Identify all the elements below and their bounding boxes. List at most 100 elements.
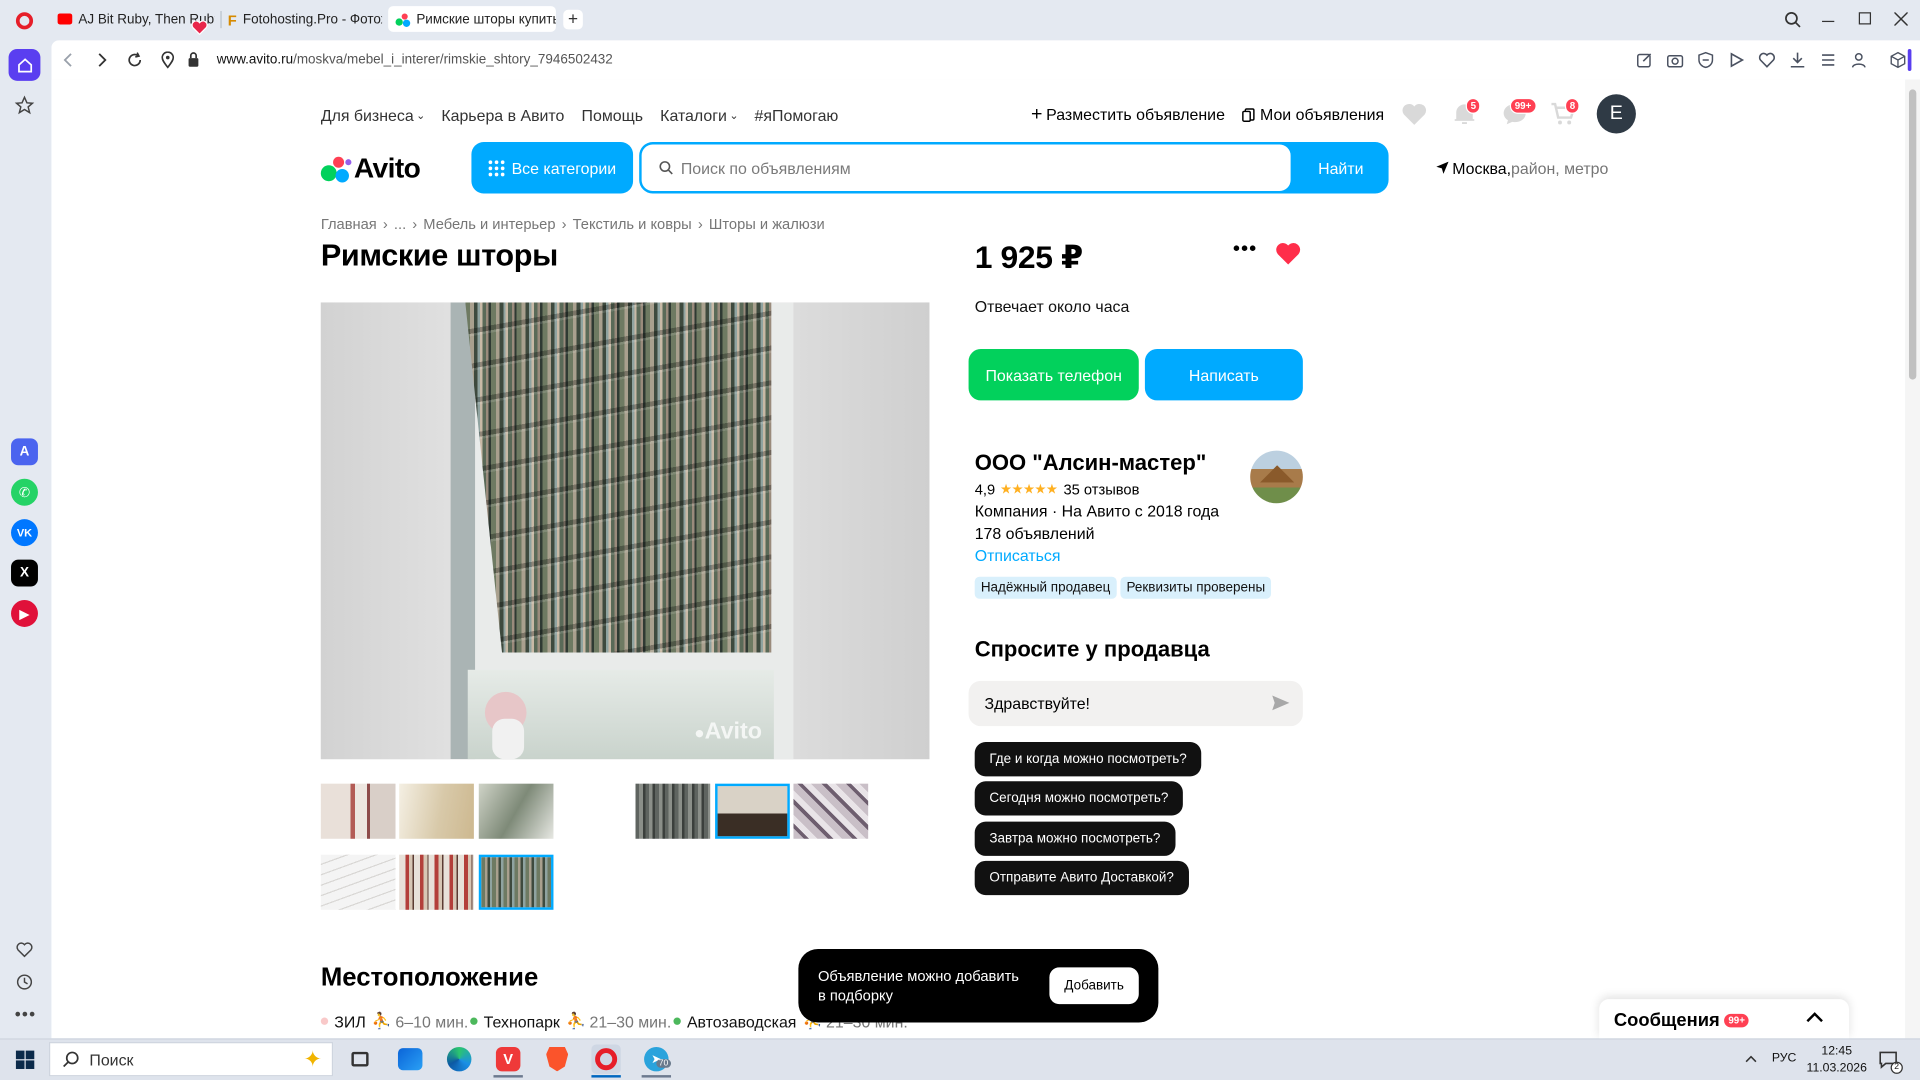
chevron-up-icon[interactable]	[1806, 1011, 1823, 1023]
location-hint: район, метро	[1511, 158, 1609, 177]
music-player-icon[interactable]: ▶	[11, 600, 38, 627]
thumbnail[interactable]	[793, 783, 869, 839]
favorites-heart-icon[interactable]	[16, 942, 33, 958]
quick-question-chip[interactable]: Где и когда можно посмотреть?	[974, 742, 1202, 777]
task-view-icon[interactable]	[345, 1044, 374, 1073]
camera-icon[interactable]	[1667, 51, 1684, 68]
favorite-heart-icon[interactable]	[1275, 241, 1302, 265]
back-icon[interactable]	[62, 53, 74, 68]
location-selector[interactable]: Москва, район, метро	[1436, 158, 1608, 178]
quick-question-chip[interactable]: Отправите Авито Доставкой?	[974, 860, 1189, 896]
breadcrumb-home[interactable]: Главная	[321, 216, 377, 233]
heart-icon[interactable]	[1758, 51, 1776, 68]
edit-icon[interactable]	[1636, 51, 1653, 68]
more-icon[interactable]: •••	[15, 1004, 37, 1024]
clock[interactable]: 12:45 11.03.2026	[1802, 1043, 1871, 1077]
tab-avito[interactable]: Римские шторы купить в	[388, 6, 556, 32]
thumbnail-selected[interactable]	[478, 854, 554, 910]
avatar[interactable]: E	[1596, 94, 1636, 134]
seller-rating[interactable]: 4,9 ★★★★★ 35 отзывов	[975, 480, 1140, 498]
edge-icon[interactable]	[444, 1044, 473, 1073]
breadcrumb-curtains[interactable]: Шторы и жалюзи	[709, 216, 825, 233]
thumbnail[interactable]	[557, 784, 632, 839]
url-host: www.avito.ru	[216, 52, 294, 68]
adblock-icon[interactable]	[1697, 51, 1714, 69]
quick-question-chip[interactable]: Сегодня можно посмотреть?	[974, 781, 1184, 816]
nav-business[interactable]: Для бизнеса	[321, 106, 414, 124]
nav-catalogs[interactable]: Каталоги	[660, 106, 727, 124]
lock-icon[interactable]	[187, 51, 199, 67]
thumbnail[interactable]	[399, 854, 474, 910]
post-ad-link[interactable]: + Разместить объявление	[1031, 103, 1225, 125]
breadcrumb-furniture[interactable]: Мебель и интерьер	[423, 216, 555, 233]
scrollbar-thumb[interactable]	[1908, 89, 1917, 380]
aria-icon[interactable]: A	[11, 438, 38, 466]
taskbar-search[interactable]: Поиск ✦	[48, 1042, 334, 1077]
vk-icon[interactable]: VK	[11, 519, 38, 547]
unsubscribe-link[interactable]: Отписаться	[975, 546, 1061, 564]
close-icon[interactable]	[1894, 12, 1908, 26]
favorites-icon[interactable]	[1401, 102, 1428, 126]
opera-taskbar-icon[interactable]	[591, 1044, 621, 1074]
tray-chevron-up-icon[interactable]	[1745, 1054, 1757, 1063]
quick-question-chip[interactable]: Завтра можно посмотреть?	[974, 821, 1176, 856]
seller-tag-reliable[interactable]: Надёжный продавец	[974, 576, 1117, 599]
toast-add-button[interactable]: Добавить	[1049, 967, 1139, 1005]
download-icon[interactable]	[1789, 51, 1806, 68]
nav-help-hashtag[interactable]: #яПомогаю	[755, 106, 839, 124]
bookmarks-star-icon[interactable]	[14, 95, 35, 116]
avito-logo[interactable]: Avito	[320, 151, 421, 184]
menu-lines-icon[interactable]	[1820, 51, 1837, 68]
thumbnail[interactable]	[715, 783, 790, 839]
nav-help[interactable]: Помощь	[582, 106, 643, 124]
seller-tag-verified[interactable]: Реквизиты проверены	[1120, 576, 1272, 599]
location-pin-icon[interactable]	[160, 51, 175, 69]
whatsapp-icon[interactable]: ✆	[11, 478, 38, 506]
profile-icon[interactable]	[1850, 51, 1867, 68]
write-message-button[interactable]: Написать	[1144, 348, 1303, 401]
extensions-cube-icon[interactable]	[1889, 51, 1906, 69]
breadcrumb-ellipsis[interactable]: ...	[394, 216, 406, 233]
home-button[interactable]	[8, 48, 41, 81]
tab-fotohosting[interactable]: F Fotohosting.Pro - Фотохо	[228, 6, 382, 32]
windows-start-icon[interactable]	[10, 1044, 39, 1073]
thumbnail[interactable]	[478, 783, 554, 839]
outlook-icon[interactable]	[396, 1044, 425, 1073]
show-phone-button[interactable]: Показать телефон	[968, 348, 1139, 401]
player-icon[interactable]	[1728, 51, 1745, 68]
thumbnail[interactable]	[320, 854, 396, 910]
my-ads-link[interactable]: Мои объявления	[1242, 104, 1384, 125]
main-photo[interactable]: ●Avito	[320, 302, 930, 760]
reload-icon[interactable]	[126, 51, 143, 68]
metro-station[interactable]: ЗИЛ ⛹ 6–10 мин.	[320, 1011, 468, 1031]
new-tab-button[interactable]: +	[563, 9, 583, 30]
restore-icon[interactable]	[1858, 12, 1872, 25]
more-options-icon[interactable]: •••	[1233, 239, 1257, 261]
breadcrumb-textile[interactable]: Текстиль и ковры	[573, 216, 692, 233]
brave-icon[interactable]	[542, 1044, 571, 1073]
thumbnail[interactable]	[399, 783, 474, 839]
seller-avatar[interactable]	[1250, 450, 1303, 504]
opera-menu-icon[interactable]	[15, 12, 34, 30]
thumbnail[interactable]	[320, 783, 396, 839]
metro-station[interactable]: Технопарк ⛹ 21–30 мин.	[470, 1011, 671, 1031]
ask-input[interactable]: Здравствуйте!	[968, 680, 1303, 727]
vivaldi-icon[interactable]: V	[493, 1044, 522, 1073]
language-indicator[interactable]: РУС	[1772, 1052, 1797, 1065]
search-button[interactable]: Найти	[1293, 142, 1389, 193]
nav-career[interactable]: Карьера в Авито	[441, 106, 564, 124]
sidebar-toggle-indicator[interactable]	[1907, 48, 1912, 72]
telegram-icon[interactable]: ➤ 70	[642, 1044, 671, 1073]
all-categories-button[interactable]: Все категории	[471, 142, 634, 194]
thumbnail[interactable]	[635, 783, 711, 839]
seller-name[interactable]: ООО "Алсин-мастер"	[975, 451, 1207, 477]
search-tabs-icon[interactable]	[1784, 11, 1801, 28]
history-clock-icon[interactable]	[16, 973, 33, 990]
seller-ads-count[interactable]: 178 объявлений	[975, 524, 1095, 542]
forward-icon[interactable]	[96, 53, 108, 68]
send-icon[interactable]	[1271, 694, 1291, 711]
search-input[interactable]: Поиск по объявлениям	[641, 144, 1291, 192]
minimize-icon[interactable]	[1822, 20, 1835, 23]
address-field[interactable]: www.avito.ru/moskva/mebel_i_interer/rims…	[217, 51, 613, 68]
x-twitter-icon[interactable]: X	[11, 559, 38, 587]
